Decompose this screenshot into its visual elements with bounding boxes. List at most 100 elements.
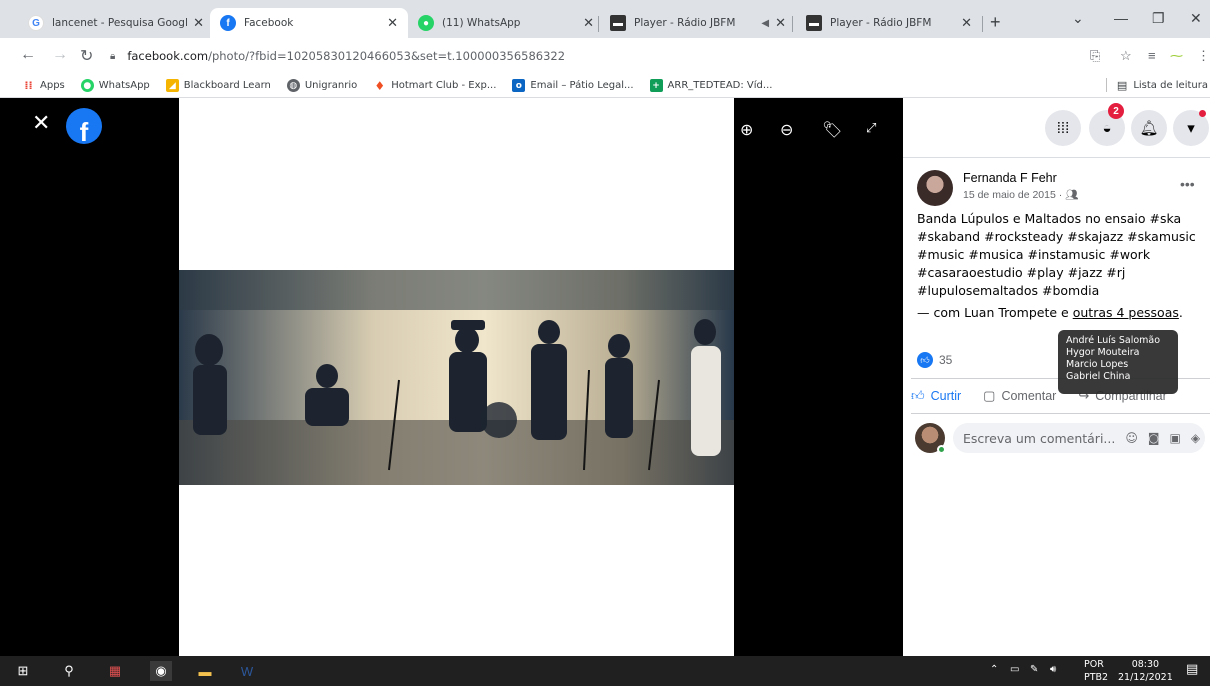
address-bar[interactable]: 🔒︎ facebook.com/photo/?fbid=102058301204… [110, 44, 1060, 68]
network-icon[interactable]: ▭ [1010, 664, 1019, 675]
photo-viewer: ✕ f ⊕ ⊖ 🏷︎ ⤢ [0, 98, 903, 656]
avatar[interactable] [917, 170, 953, 206]
language-indicator[interactable]: POR PTB2 [1084, 658, 1108, 684]
tab-separator [598, 16, 599, 32]
bookmark-label: Hotmart Club - Exp... [391, 80, 497, 91]
restore-button[interactable]: ❐ [1152, 10, 1165, 27]
bookmarks-bar: ⁞⁞ Apps ● WhatsApp ◢ Blackboard Learn ◍ … [0, 74, 1210, 98]
like-reaction-icon: 👍︎ [917, 352, 933, 368]
reaction-count: 35 [939, 353, 953, 367]
fullscreen-icon[interactable]: ⤢ [866, 120, 876, 136]
share-icon[interactable]: ⎘ [1090, 48, 1100, 64]
avatar[interactable] [915, 423, 946, 454]
bookmark-label: WhatsApp [98, 80, 150, 91]
reaction-summary[interactable]: 👍︎ 35 [917, 352, 952, 368]
speaker-mute-icon[interactable]: ◀ [761, 18, 769, 29]
bookmark-hotmart[interactable]: ♦ Hotmart Club - Exp... [373, 78, 497, 93]
search-icon[interactable]: ⚲ [58, 661, 80, 681]
volume-icon[interactable]: 🔊︎ [1050, 664, 1056, 675]
url-path: /photo/?fbid=10205830120466053&set=t.100… [208, 49, 566, 63]
tab-separator [792, 16, 793, 32]
windows-start-icon[interactable]: ⊞ [12, 661, 34, 681]
bookmark-whatsapp[interactable]: ● WhatsApp [80, 79, 150, 92]
post-author[interactable]: Fernanda F Fehr [963, 171, 1079, 185]
tag-icon[interactable]: 🏷︎ [822, 120, 842, 140]
file-explorer-icon[interactable]: ▬ [194, 661, 216, 681]
tab-search-icon[interactable]: ⌄ [1072, 10, 1084, 27]
google-icon: G [28, 15, 44, 31]
close-tab-icon[interactable]: ✕ [387, 15, 398, 31]
minimize-button[interactable]: — [1114, 10, 1128, 26]
tab-radio-1[interactable]: ▬ Player - Rádio JBFM ◀ ✕ [600, 8, 796, 38]
friends-audience-icon: 👥︎ [1065, 189, 1079, 201]
kebab-menu-icon[interactable]: ⋮ [1197, 48, 1210, 64]
language-code: POR [1084, 659, 1104, 670]
clock-time: 08:30 [1131, 659, 1160, 670]
sticker-icon[interactable]: ◈ [1191, 431, 1200, 445]
tab-title: Player - Rádio JBFM [830, 17, 932, 29]
show-hidden-icons-icon[interactable]: ⌃ [990, 664, 998, 675]
hotmart-icon: ♦ [374, 78, 386, 93]
bookmark-label: Apps [40, 80, 65, 91]
playlist-icon[interactable]: ≡ [1148, 48, 1156, 63]
close-tab-icon[interactable]: ✕ [583, 15, 594, 31]
new-tab-button[interactable]: + [990, 12, 1001, 33]
band-photo [179, 270, 734, 485]
back-arrow-icon[interactable]: ← [20, 46, 36, 64]
close-tab-icon[interactable]: ✕ [961, 15, 972, 31]
close-window-button[interactable]: ✕ [1190, 10, 1202, 27]
word-icon[interactable]: W [236, 661, 258, 681]
reading-list[interactable]: ▤ Lista de leitura [1105, 78, 1208, 92]
reading-list-label: Lista de leitura [1133, 79, 1208, 91]
messenger-badge: 2 [1108, 103, 1124, 119]
tagged-prefix: — com Luan Trompete e [917, 305, 1073, 320]
comment-bubble-icon: ▢ [983, 388, 996, 403]
pen-icon[interactable]: ✎ [1030, 664, 1038, 675]
facebook-icon: f [220, 15, 236, 31]
gif-icon[interactable]: ▣ [1170, 431, 1181, 445]
bookmark-arr[interactable]: + ARR_TEDTEAD: Víd... [649, 79, 772, 92]
tab-title: Facebook [244, 17, 294, 29]
bookmark-email[interactable]: o Email – Pátio Legal... [512, 79, 634, 92]
whatsapp-icon: ● [80, 79, 94, 92]
camera-icon[interactable]: ◙ [1148, 431, 1160, 445]
tab-whatsapp[interactable]: ● (11) WhatsApp ✕ [408, 8, 604, 38]
post-caption: Banda Lúpulos e Maltados no ensaio #ska … [917, 211, 1196, 298]
close-tab-icon[interactable]: ✕ [193, 15, 204, 31]
tab-facebook[interactable]: f Facebook ✕ [210, 8, 408, 38]
zoom-in-icon[interactable]: ⊕ [740, 120, 753, 140]
tagged-others-link[interactable]: outras 4 pessoas [1073, 305, 1179, 320]
post-date[interactable]: 15 de maio de 2015 · [963, 189, 1062, 201]
like-button[interactable]: 👍︎ Curtir [911, 388, 961, 404]
reading-list-icon: ▤ [1116, 78, 1128, 92]
outlook-icon: o [512, 79, 526, 92]
chrome-icon[interactable]: ◉ [150, 661, 172, 681]
more-options-icon[interactable]: ••• [1180, 176, 1195, 192]
menu-grid-icon[interactable]: ⁞⁞⁞ [1045, 110, 1081, 146]
tab-radio-2[interactable]: ▬ Player - Rádio JBFM ✕ [796, 8, 982, 38]
extension-icon[interactable]: ⁓ [1170, 48, 1183, 64]
facebook-logo-icon[interactable]: f [66, 108, 102, 144]
notifications-bell-icon[interactable]: 🔔︎ [1131, 110, 1167, 146]
header-actions: ⁞⁞⁞ ◒ 2 🔔︎ ▾ [903, 98, 1210, 158]
notification-center-icon[interactable]: ▤ [1186, 662, 1198, 677]
bookmark-unigranrio[interactable]: ◍ Unigranrio [286, 79, 357, 92]
clock[interactable]: 08:30 21/12/2021 [1118, 658, 1173, 684]
emoji-icon[interactable]: ☺ [1125, 431, 1138, 445]
close-icon[interactable]: ✕ [32, 110, 50, 136]
bookmark-blackboard[interactable]: ◢ Blackboard Learn [165, 79, 271, 92]
bookmark-apps[interactable]: ⁞⁞ Apps [22, 79, 65, 92]
star-icon[interactable]: ☆ [1120, 48, 1132, 64]
tab-title: Player - Rádio JBFM [634, 17, 736, 29]
radio-icon: ▬ [806, 15, 822, 31]
comment-button[interactable]: ▢ Comentar [983, 388, 1056, 404]
lock-icon[interactable]: 🔒︎ [110, 51, 115, 62]
tab-google[interactable]: G lancenet - Pesquisa Google ✕ [18, 8, 214, 38]
comment-composer: Escreva um comentári... ☺ ◙ ▣ ◈ [915, 423, 1205, 454]
close-tab-icon[interactable]: ✕ [775, 15, 786, 31]
forward-arrow-icon[interactable]: → [52, 46, 68, 64]
zoom-out-icon[interactable]: ⊖ [780, 120, 793, 140]
comment-input[interactable]: Escreva um comentári... ☺ ◙ ▣ ◈ [953, 423, 1205, 453]
reload-icon[interactable]: ↻ [80, 46, 93, 66]
app-icon[interactable]: ▦ [104, 661, 126, 681]
